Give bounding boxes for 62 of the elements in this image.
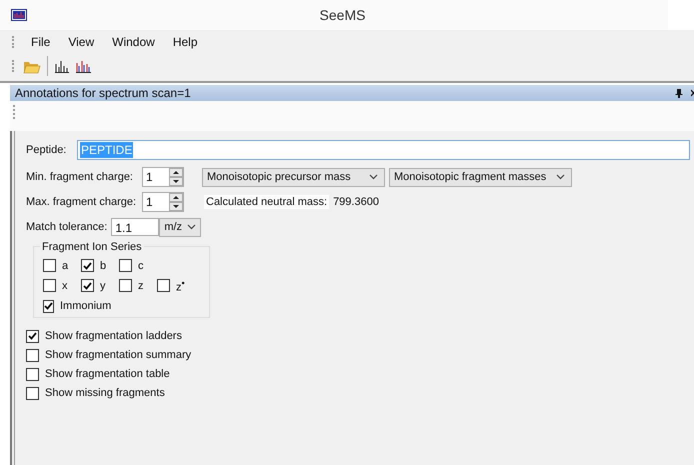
menu-item[interactable]: Help — [166, 35, 209, 49]
spin-up-icon[interactable] — [169, 168, 183, 177]
checkbox[interactable] — [43, 300, 54, 313]
unit-dropdown[interactable]: m/z — [159, 218, 202, 236]
checkbox[interactable] — [119, 259, 132, 272]
pin-icon[interactable] — [675, 88, 683, 98]
app-icon — [11, 9, 27, 21]
field-label: Match tolerance: — [26, 221, 108, 233]
checkbox[interactable] — [26, 386, 39, 400]
caret-icon — [187, 224, 196, 230]
checkbox-label: y — [100, 280, 106, 292]
checkbox[interactable] — [26, 348, 39, 362]
checkbox-label: Show missing fragments — [45, 387, 165, 400]
checkmark-icon — [83, 262, 92, 270]
caret-icon — [369, 174, 378, 180]
checkbox[interactable] — [119, 279, 132, 292]
spin-up-icon[interactable] — [169, 193, 183, 202]
checkbox[interactable] — [43, 259, 56, 272]
checkbox[interactable] — [26, 368, 39, 381]
spin-down-icon[interactable] — [169, 202, 183, 211]
field-value: PEPTIDE — [80, 142, 134, 158]
bar-chart-icon[interactable] — [54, 58, 70, 74]
field-label: Peptide: — [26, 144, 68, 156]
panel-title: Annotations for spectrum scan=1 — [15, 86, 191, 100]
field-label: Calculated neutral mass: — [204, 195, 330, 209]
checkbox[interactable] — [81, 279, 94, 292]
spin-down-icon[interactable] — [169, 177, 183, 186]
grip-handle[interactable] — [12, 60, 16, 72]
checkbox-label: z$^{•}$ — [176, 278, 185, 294]
checkbox-label: a — [62, 260, 68, 272]
checkmark-icon — [83, 282, 92, 290]
field-label: Min. fragment charge: — [26, 171, 134, 183]
number-spinner[interactable]: 1 — [142, 192, 184, 212]
checkbox-label: Show fragmentation summary — [45, 349, 192, 362]
menu-item[interactable]: View — [61, 35, 106, 49]
checkbox-label: Show fragmentation ladders — [45, 330, 182, 342]
colored-bar-chart-icon[interactable] — [75, 58, 91, 74]
checkbox-label: c — [138, 260, 144, 272]
checkmark-icon — [44, 302, 53, 310]
grip-handle[interactable] — [12, 36, 16, 48]
tolerance-field[interactable]: 1.1 — [111, 218, 160, 236]
window-title: SeeMS — [318, 7, 366, 23]
menu-item[interactable]: Window — [105, 35, 166, 49]
checkbox-label: Show fragmentation table — [45, 368, 170, 380]
checkbox-label: x — [62, 280, 68, 292]
checkbox[interactable] — [157, 279, 170, 292]
checkbox[interactable] — [26, 330, 39, 343]
dropdown[interactable]: Monoisotopic fragment masses — [389, 168, 572, 186]
checkmark-icon — [28, 332, 37, 340]
group-title: Fragment Ion Series — [40, 241, 144, 253]
number-spinner[interactable]: 1 — [142, 167, 184, 187]
checkbox[interactable] — [81, 259, 94, 272]
field-label: Max. fragment charge: — [26, 196, 138, 208]
checkbox-label: z — [138, 280, 144, 292]
checkbox[interactable] — [43, 279, 56, 292]
menu-item[interactable]: File — [24, 35, 62, 49]
dropdown[interactable]: Monoisotopic precursor mass — [202, 168, 385, 186]
caret-icon — [556, 174, 565, 180]
checkbox-label: Immonium — [60, 300, 112, 312]
mass-value: 799.3600 — [333, 196, 379, 208]
checkbox-label: b — [100, 260, 106, 272]
grip-handle[interactable] — [13, 105, 17, 119]
